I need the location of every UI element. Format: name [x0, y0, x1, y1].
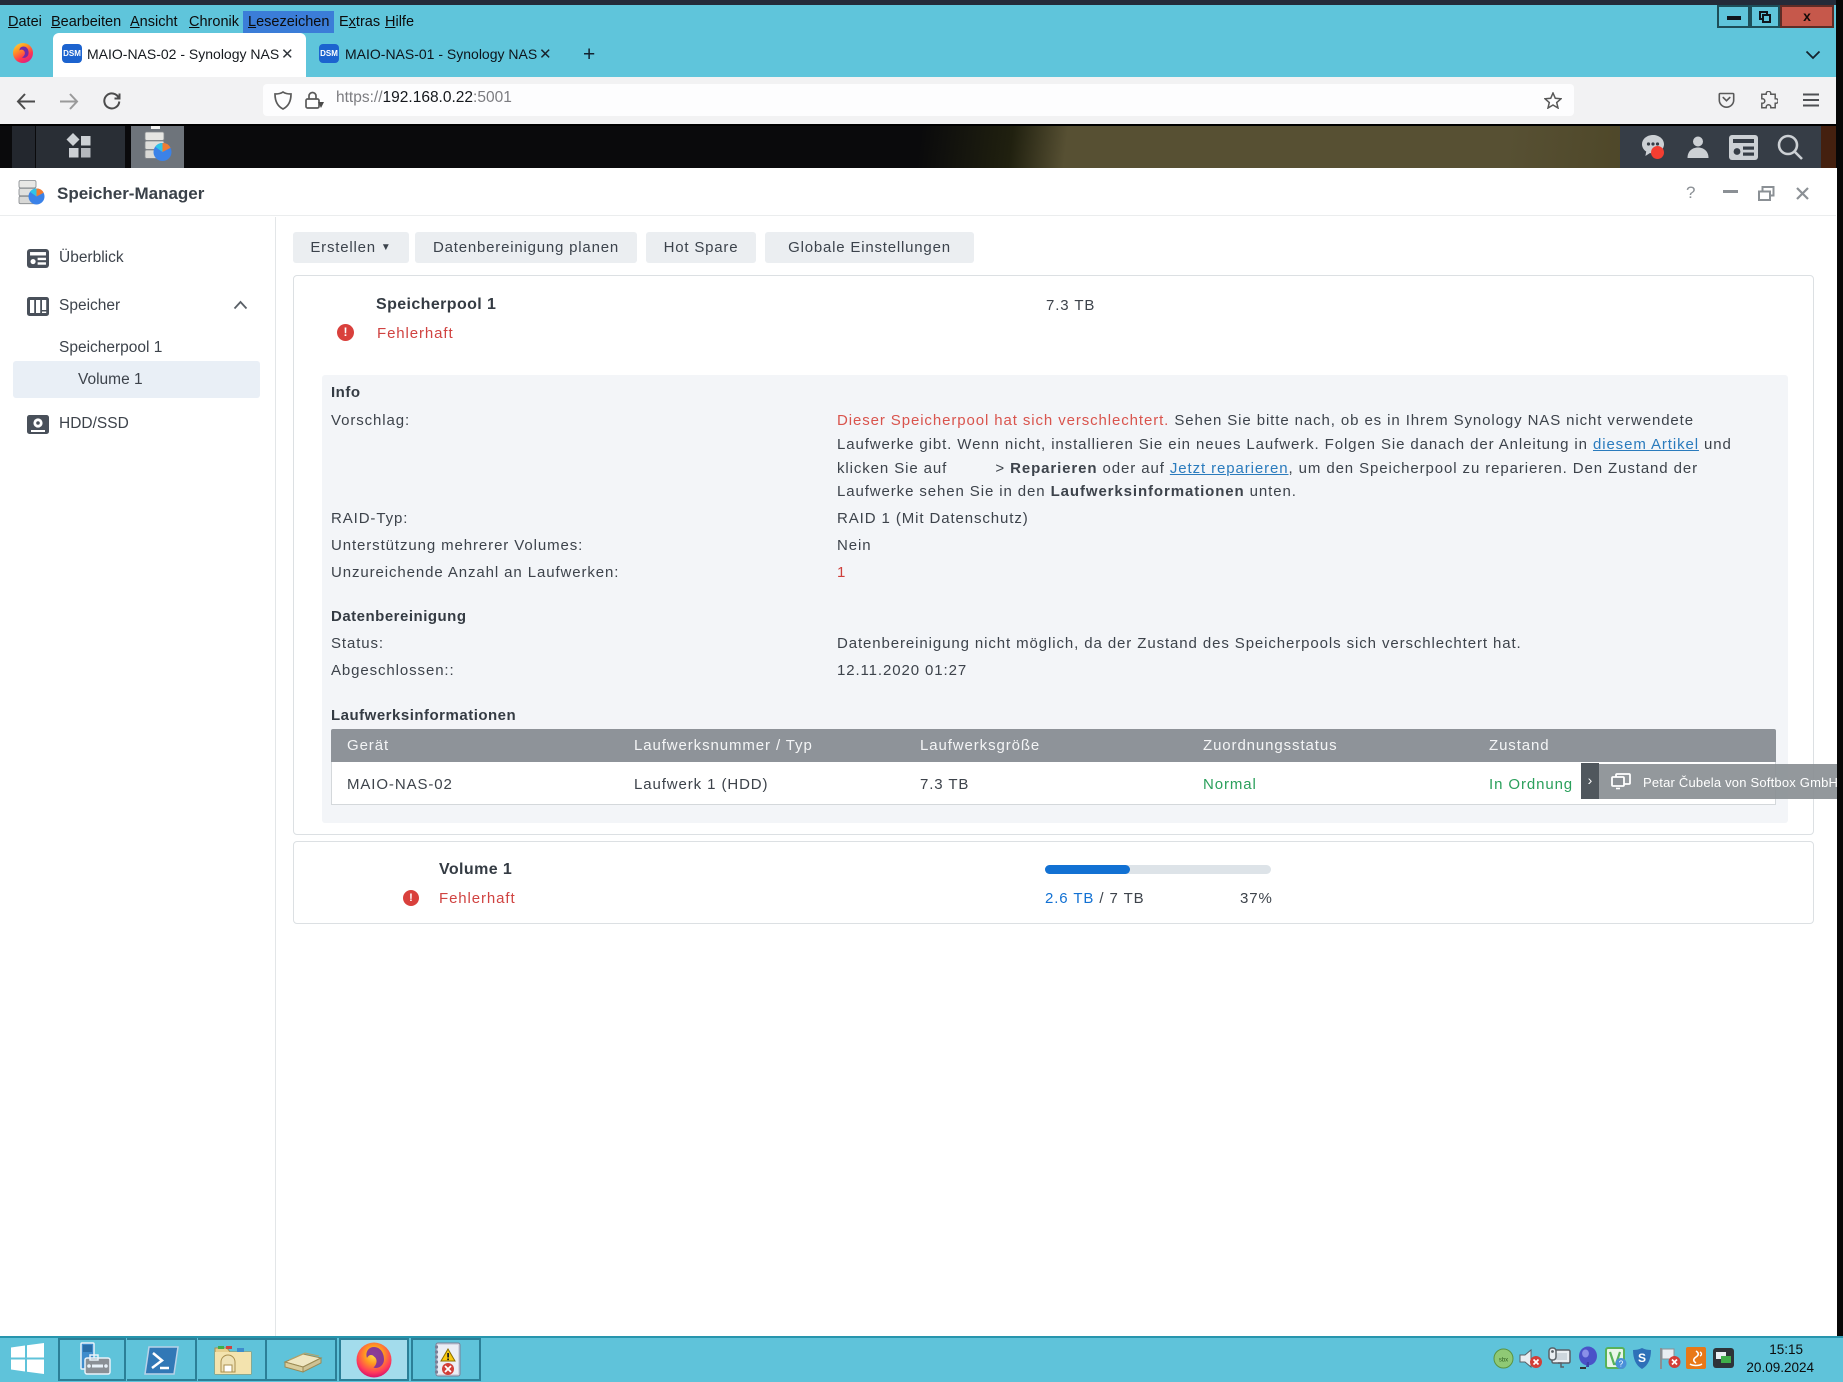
svg-text:?: ?: [1619, 1360, 1624, 1369]
svg-text:sbx: sbx: [1499, 1358, 1508, 1364]
svg-text:S: S: [1638, 1351, 1646, 1365]
